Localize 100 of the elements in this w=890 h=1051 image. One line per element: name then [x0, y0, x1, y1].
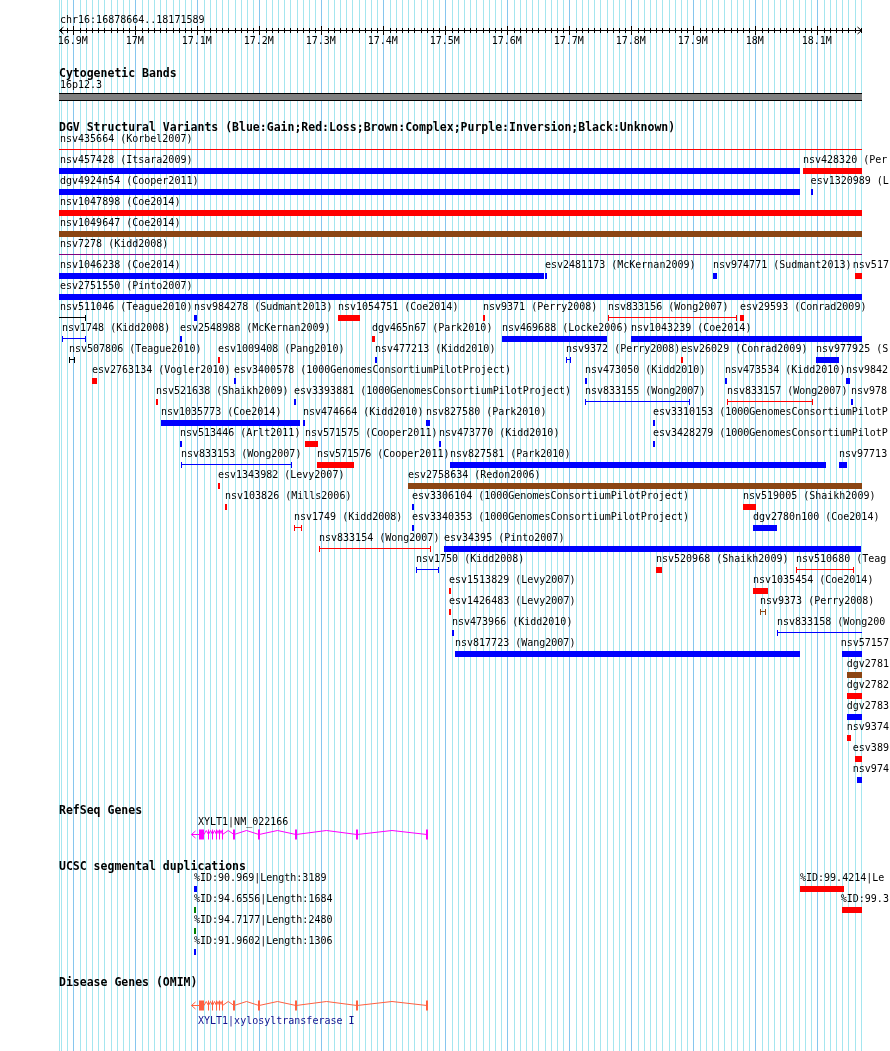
feature-label: nsv833158 (Wong200	[777, 616, 886, 628]
track-title: DGV Structural Variants (Blue:Gain;Red:Loss;Brown:Complex;Purple:Inversion;Black:Unknown)	[59, 121, 676, 133]
feature-label: nsv1750 (Kidd2008)	[416, 553, 525, 565]
feature-label: %ID:94.7177|Length:2480	[194, 914, 333, 926]
feature-label: dgv2782	[846, 679, 889, 691]
tick-label: 17.8M	[615, 34, 646, 47]
feature-label: esv2481173 (McKernan2009)	[545, 259, 696, 271]
feature-label: nsv9374	[846, 721, 889, 733]
feature-label: nsv833155 (Wong2007)	[585, 385, 706, 397]
feature-label: nsv1035454 (Coe2014)	[753, 574, 874, 586]
feature-label: esv3393881 (1000GenomesConsortiumPilotProject)	[294, 385, 571, 397]
feature-label: nsv103826 (Mills2006)	[225, 490, 352, 502]
feature-label: dgv2783	[846, 700, 889, 712]
feature-label: nsv97713	[839, 448, 888, 460]
feature-label: nsv457428 (Itsara2009)	[60, 154, 193, 166]
feature-label: nsv9373 (Perry2008)	[760, 595, 875, 607]
feature-label: nsv428320 (Per	[803, 154, 888, 166]
feature-label: %ID:99.3	[840, 893, 889, 905]
feature-label: nsv827580 (Park2010)	[426, 406, 547, 418]
feature-label: nsv833156 (Wong2007)	[608, 301, 729, 313]
feature-label: nsv977925 (S	[816, 343, 889, 355]
feature-label: esv389	[852, 742, 889, 754]
tick-label: 17.6M	[491, 34, 522, 47]
feature-label: nsv1749 (Kidd2008)	[294, 511, 403, 523]
track-title: RefSeq Genes	[59, 804, 143, 816]
feature-label: nsv517	[852, 259, 889, 271]
feature-label: nsv833154 (Wong2007)	[319, 532, 440, 544]
feature-label: esv2763134 (Vogler2010)	[92, 364, 231, 376]
feature-label: nsv507806 (Teague2010)	[69, 343, 202, 355]
feature-label: esv29593 (Conrad2009)	[740, 301, 867, 313]
feature-label: %ID:94.6556|Length:1684	[194, 893, 333, 905]
tick-label: 17.7M	[553, 34, 584, 47]
feature-label: nsv833157 (Wong2007)	[727, 385, 848, 397]
feature-label: nsv469688 (Locke2006)	[502, 322, 629, 334]
feature-label: dgv2780n100 (Coe2014)	[753, 511, 880, 523]
tick-label: 18.1M	[801, 34, 832, 47]
feature-label: nsv9372 (Perry2008)	[566, 343, 681, 355]
feature-label: esv1320989 (L	[810, 175, 889, 187]
feature-label: nsv817723 (Wang2007)	[455, 637, 576, 649]
feature-label: esv1513829 (Levy2007)	[449, 574, 576, 586]
tick-label: 17.1M	[181, 34, 212, 47]
feature-label: nsv571575 (Cooper2011)	[305, 427, 438, 439]
feature-label: esv3310153 (1000GenomesConsortiumPilotP	[653, 406, 888, 418]
feature-label: nsv520968 (Shaikh2009)	[656, 553, 789, 565]
feature-label: esv3340353 (1000GenomesConsortiumPilotProject)	[412, 511, 689, 523]
feature-label: nsv474664 (Kidd2010)	[303, 406, 424, 418]
tick-label: 17.2M	[243, 34, 274, 47]
feature-label: esv34395 (Pinto2007)	[444, 532, 565, 544]
feature-label: nsv473770 (Kidd2010)	[439, 427, 560, 439]
tick-label: 18M	[745, 34, 764, 47]
feature-label: nsv1054751 (Coe2014)	[338, 301, 459, 313]
feature-label: nsv571576 (Cooper2011)	[317, 448, 450, 460]
feature-label: nsv473050 (Kidd2010)	[585, 364, 706, 376]
feature-label: nsv477213 (Kidd2010)	[375, 343, 496, 355]
feature-label: esv2548988 (McKernan2009)	[180, 322, 331, 334]
feature-label: nsv1748 (Kidd2008)	[62, 322, 171, 334]
track-title: Disease Genes (OMIM)	[59, 976, 198, 988]
feature-label: esv1426483 (Levy2007)	[449, 595, 576, 607]
feature-label: esv1009408 (Pang2010)	[218, 343, 345, 355]
track-title: UCSC segmental duplications	[59, 860, 246, 872]
feature-label: esv3306104 (1000GenomesConsortiumPilotProject)	[412, 490, 689, 502]
feature-label: dgv4924n54 (Cooper2011)	[60, 175, 199, 187]
feature-label: nsv519005 (Shaikh2009)	[743, 490, 876, 502]
tick-label: 17.5M	[429, 34, 460, 47]
feature-label: nsv521638 (Shaikh2009)	[156, 385, 289, 397]
track-title: Cytogenetic Bands	[59, 67, 177, 79]
feature-label: nsv833153 (Wong2007)	[181, 448, 302, 460]
tick-label: 17.3M	[305, 34, 336, 47]
feature-label: nsv510680 (Teag	[796, 553, 887, 565]
feature-label: nsv435664 (Korbel2007)	[60, 133, 193, 145]
tick-label: 17.9M	[677, 34, 708, 47]
feature-label: nsv984278 (Sudmant2013)	[194, 301, 333, 313]
band-label: 16p12.3	[60, 79, 103, 91]
feature-label: nsv473534 (Kidd2010)	[725, 364, 846, 376]
tick-label: 17.4M	[367, 34, 398, 47]
feature-label: nsv978	[851, 385, 888, 397]
tick-label: 16.9M	[57, 34, 88, 47]
feature-label: esv2758634 (Redon2006)	[408, 469, 541, 481]
feature-label: esv26029 (Conrad2009)	[681, 343, 808, 355]
feature-label: esv1343982 (Levy2007)	[218, 469, 345, 481]
feature-label: dgv465n67 (Park2010)	[372, 322, 493, 334]
feature-label: dgv2781	[846, 658, 889, 670]
gene-label: XYLT1|xylosyltransferase I	[198, 1015, 355, 1027]
feature-label: nsv1035773 (Coe2014)	[161, 406, 282, 418]
feature-label: nsv511046 (Teague2010)	[60, 301, 193, 313]
feature-label: %ID:99.4214|Le	[800, 872, 885, 884]
feature-label: nsv1049647 (Coe2014)	[60, 217, 181, 229]
feature-label: nsv9371 (Perry2008)	[483, 301, 598, 313]
feature-label: nsv473966 (Kidd2010)	[452, 616, 573, 628]
feature-label: nsv9842	[846, 364, 889, 376]
feature-label: nsv974771 (Sudmant2013)	[713, 259, 852, 271]
feature-label: nsv974	[852, 763, 889, 775]
feature-label: %ID:90.969|Length:3189	[194, 872, 327, 884]
feature-label: %ID:91.9602|Length:1306	[194, 935, 333, 947]
feature-label: esv2751550 (Pinto2007)	[60, 280, 193, 292]
location-label: chr16:16878664..18171589	[60, 14, 205, 26]
tick-label: 17M	[125, 34, 144, 47]
feature-label: esv3428279 (1000GenomesConsortiumPilotP	[653, 427, 888, 439]
gene-label: XYLT1|NM_022166	[198, 816, 289, 828]
feature-label: esv3400578 (1000GenomesConsortiumPilotProject)	[234, 364, 511, 376]
